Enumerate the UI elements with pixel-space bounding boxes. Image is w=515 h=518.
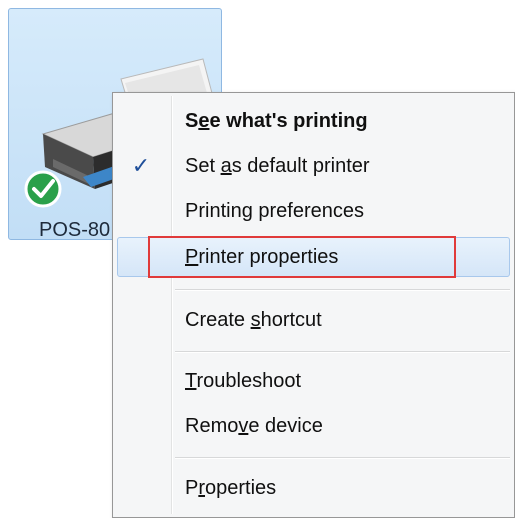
- menu-separator: [175, 351, 510, 353]
- menu-separator: [175, 289, 510, 291]
- context-menu: See what's printing ✓ Set as default pri…: [112, 92, 515, 518]
- menu-item-label: Troubleshoot: [185, 370, 302, 392]
- menu-item-create-shortcut[interactable]: Create shortcut: [117, 300, 510, 340]
- default-check-icon: [24, 170, 62, 208]
- menu-separator: [175, 457, 510, 459]
- menu-item-remove-device[interactable]: Remove device: [117, 406, 510, 446]
- menu-item-label: See what's printing: [185, 110, 368, 132]
- checkmark-icon: ✓: [131, 153, 151, 178]
- menu-item-properties[interactable]: Properties: [117, 468, 510, 508]
- menu-item-label: Properties: [185, 477, 277, 499]
- menu-item-printing-preferences[interactable]: Printing preferences: [117, 191, 510, 231]
- menu-item-label: Create shortcut: [185, 309, 322, 331]
- menu-item-printer-properties[interactable]: Printer properties: [117, 237, 510, 277]
- menu-item-label: Remove device: [185, 415, 323, 437]
- menu-item-set-default-printer[interactable]: ✓ Set as default printer: [117, 146, 510, 186]
- menu-item-see-whats-printing[interactable]: See what's printing: [117, 101, 510, 141]
- menu-item-troubleshoot[interactable]: Troubleshoot: [117, 361, 510, 401]
- device-label: POS-80: [39, 219, 111, 241]
- menu-item-label: Printing preferences: [185, 200, 364, 222]
- menu-item-label: Printer properties: [185, 246, 339, 268]
- menu-item-label: Set as default printer: [185, 155, 370, 177]
